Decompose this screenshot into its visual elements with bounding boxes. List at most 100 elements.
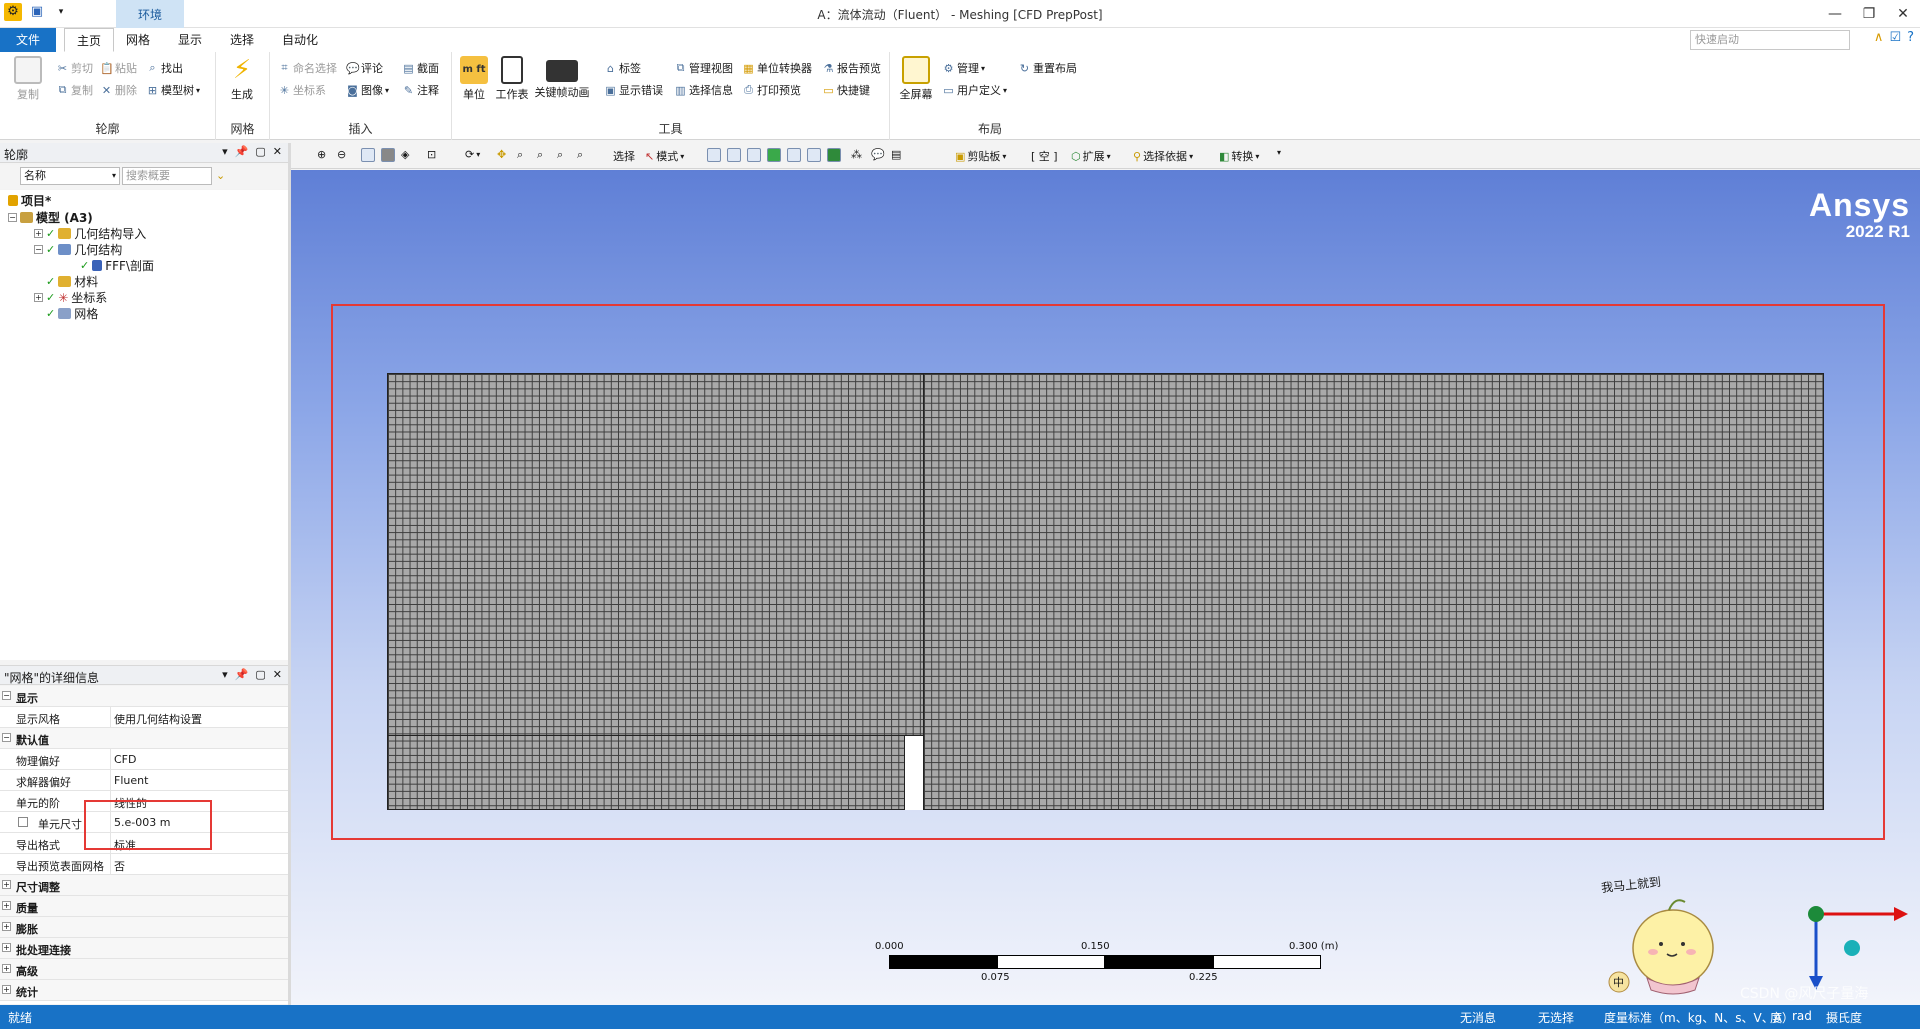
tab-automation[interactable]: 自动化	[270, 28, 330, 52]
tab-mesh[interactable]: 网格	[114, 28, 162, 52]
filter-type-select[interactable]: 名称 ▾	[20, 167, 120, 185]
find-button[interactable]: ⌕ 找出	[146, 60, 183, 76]
details-category-row[interactable]: − 默认值	[0, 728, 288, 749]
select-mesh-button[interactable]: ⁂	[851, 148, 862, 161]
details-category-row[interactable]: + 统计	[0, 980, 288, 1001]
delete-button[interactable]: ✕ 删除	[100, 82, 137, 98]
expand-icon[interactable]: +	[2, 964, 11, 973]
selection-info-button[interactable]: ▥ 选择信息	[674, 82, 733, 98]
image-button[interactable]: ◙ 图像 ▾	[346, 82, 389, 98]
quick-launch-input[interactable]: 快速启动	[1690, 30, 1850, 50]
convert-button[interactable]: ◧ 转换 ▾	[1219, 148, 1259, 164]
wireframe-view-button[interactable]: ◈	[401, 148, 409, 161]
expand-icon[interactable]: +	[2, 922, 11, 931]
select-vertex-button[interactable]	[707, 148, 721, 162]
select-element-button[interactable]	[807, 148, 821, 162]
collapse-icon[interactable]: −	[2, 733, 11, 742]
details-category-row[interactable]: + 质量	[0, 896, 288, 917]
restore-button[interactable]: ❐	[1852, 0, 1886, 28]
details-value[interactable]: Fluent	[114, 774, 148, 787]
tab-file[interactable]: 文件	[0, 28, 56, 52]
collapse-icon[interactable]: −	[8, 213, 17, 222]
mesh-region-right[interactable]	[923, 373, 1824, 810]
reset-layout-button[interactable]: ↻ 重置布局	[1018, 60, 1077, 76]
keyframe-animation-button[interactable]: 关键帧动画	[534, 56, 590, 100]
unit-converter-button[interactable]: ▦ 单位转换器	[742, 60, 812, 76]
worksheet-button[interactable]: 工作表	[494, 56, 530, 102]
details-category-row[interactable]: − 显示	[0, 686, 288, 707]
extend-button[interactable]: ⬡ 扩展 ▾	[1071, 148, 1111, 164]
tag-button[interactable]: ⌂ 标签	[604, 60, 641, 76]
zoom-to-fit-button[interactable]: ⌕	[557, 148, 563, 162]
details-property-row[interactable]: 导出预览表面网格否	[0, 854, 288, 875]
collapse-icon[interactable]: −	[2, 691, 11, 700]
collapse-icon[interactable]: −	[34, 245, 43, 254]
details-category-row[interactable]: + 批处理连接	[0, 938, 288, 959]
status-angle-unit[interactable]: 度	[1770, 1009, 1782, 1026]
select-body-button[interactable]	[767, 148, 781, 162]
manage-layout-button[interactable]: ⚙ 管理 ▾	[942, 60, 985, 76]
expand-icon[interactable]: +	[2, 985, 11, 994]
duplicate-button[interactable]: ⧉ 复制	[56, 82, 93, 98]
zoom-fit-button[interactable]: ⊕	[317, 148, 326, 161]
tab-selection[interactable]: 选择	[218, 28, 266, 52]
shortcut-keys-button[interactable]: ▭ 快捷键	[822, 82, 870, 98]
select-face-button[interactable]	[747, 148, 761, 162]
minimize-button[interactable]: —	[1818, 0, 1852, 28]
show-errors-button[interactable]: ▣ 显示错误	[604, 82, 663, 98]
look-at-button[interactable]: ⊡	[427, 148, 436, 161]
coordinate-system-button[interactable]: ✳ 坐标系	[278, 82, 326, 98]
pin-icon[interactable]: 📌	[235, 145, 249, 158]
pin-icon[interactable]: 📌	[235, 668, 249, 681]
report-preview-button[interactable]: ⚗ 报告预览	[822, 60, 881, 76]
parameter-checkbox[interactable]	[18, 817, 28, 827]
shaded-view-button[interactable]	[381, 148, 395, 162]
details-category-row[interactable]: + 高级	[0, 959, 288, 980]
select-element-face-button[interactable]	[827, 148, 841, 162]
cut-button[interactable]: ✂ 剪切	[56, 60, 93, 76]
expand-icon[interactable]: +	[34, 229, 43, 238]
named-selection-button[interactable]: ⌗ 命名选择	[278, 60, 337, 76]
details-property-row[interactable]: 求解器偏好 Fluent	[0, 770, 288, 791]
tree-node-mesh[interactable]: ✓ 网格	[46, 305, 98, 322]
details-property-row[interactable]: 显示风格 使用几何结构设置	[0, 707, 288, 728]
comment-button[interactable]: 💬 评论	[346, 60, 383, 76]
details-property-row[interactable]: 物理偏好 CFD	[0, 749, 288, 770]
feedback-icon[interactable]: ☑	[1889, 30, 1901, 45]
model-tree-button[interactable]: ⊞ 模型树 ▾	[146, 82, 200, 98]
rotate-button[interactable]: ⟳ ▾	[465, 148, 480, 161]
tree-node-project[interactable]: 项目*	[8, 192, 51, 209]
tree-node-model[interactable]: − 模型 (A3)	[8, 209, 93, 226]
toolbar-overflow-button[interactable]: ▾	[1277, 148, 1281, 157]
status-angular-velocity-unit[interactable]: rad	[1792, 1009, 1812, 1023]
details-value[interactable]: 使用几何结构设置	[114, 711, 202, 727]
maximize-panel-icon[interactable]: ▢	[255, 145, 265, 158]
tab-display[interactable]: 显示	[166, 28, 214, 52]
select-edge-button[interactable]	[727, 148, 741, 162]
fullscreen-button[interactable]: 全屏幕	[898, 56, 934, 102]
select-by-button[interactable]: ⚲ 选择依据 ▾	[1133, 148, 1193, 164]
tab-home[interactable]: 主页	[64, 28, 115, 52]
expand-icon[interactable]: +	[2, 943, 11, 952]
close-panel-icon[interactable]: ✕	[273, 145, 282, 158]
details-category-row[interactable]: + 膨胀	[0, 917, 288, 938]
clipboard-button[interactable]: ▣ 剪贴板 ▾	[955, 148, 1006, 164]
manage-views-button[interactable]: ⧉ 管理视图	[674, 60, 733, 76]
close-panel-icon[interactable]: ✕	[273, 668, 282, 681]
select-mode-button[interactable]: ↖ 模式 ▾	[645, 148, 684, 164]
copy-button[interactable]: 复制	[10, 56, 46, 102]
panel-menu-icon[interactable]: ▾	[222, 145, 228, 158]
section-button[interactable]: ▤ 截面	[402, 60, 439, 76]
tree-node-materials[interactable]: ✓ 材料	[46, 273, 98, 290]
details-value[interactable]: 否	[114, 858, 125, 874]
collapse-ribbon-icon[interactable]: ∧	[1874, 30, 1884, 45]
tree-node-coordinate-systems[interactable]: + ✓ ✳ 坐标系	[34, 289, 107, 306]
annotation-toggle-button[interactable]: 💬	[871, 148, 885, 161]
iso-view-button[interactable]	[361, 148, 375, 162]
status-temperature-unit[interactable]: 摄氏度	[1826, 1009, 1862, 1026]
paste-button[interactable]: 📋 粘贴	[100, 60, 137, 76]
magnifier-button[interactable]: ⌕	[577, 148, 583, 162]
print-preview-button[interactable]: ⎙ 打印预览	[742, 82, 801, 98]
tree-node-body[interactable]: ✓ FFF\剖面	[80, 257, 154, 274]
expand-icon[interactable]: +	[2, 880, 11, 889]
